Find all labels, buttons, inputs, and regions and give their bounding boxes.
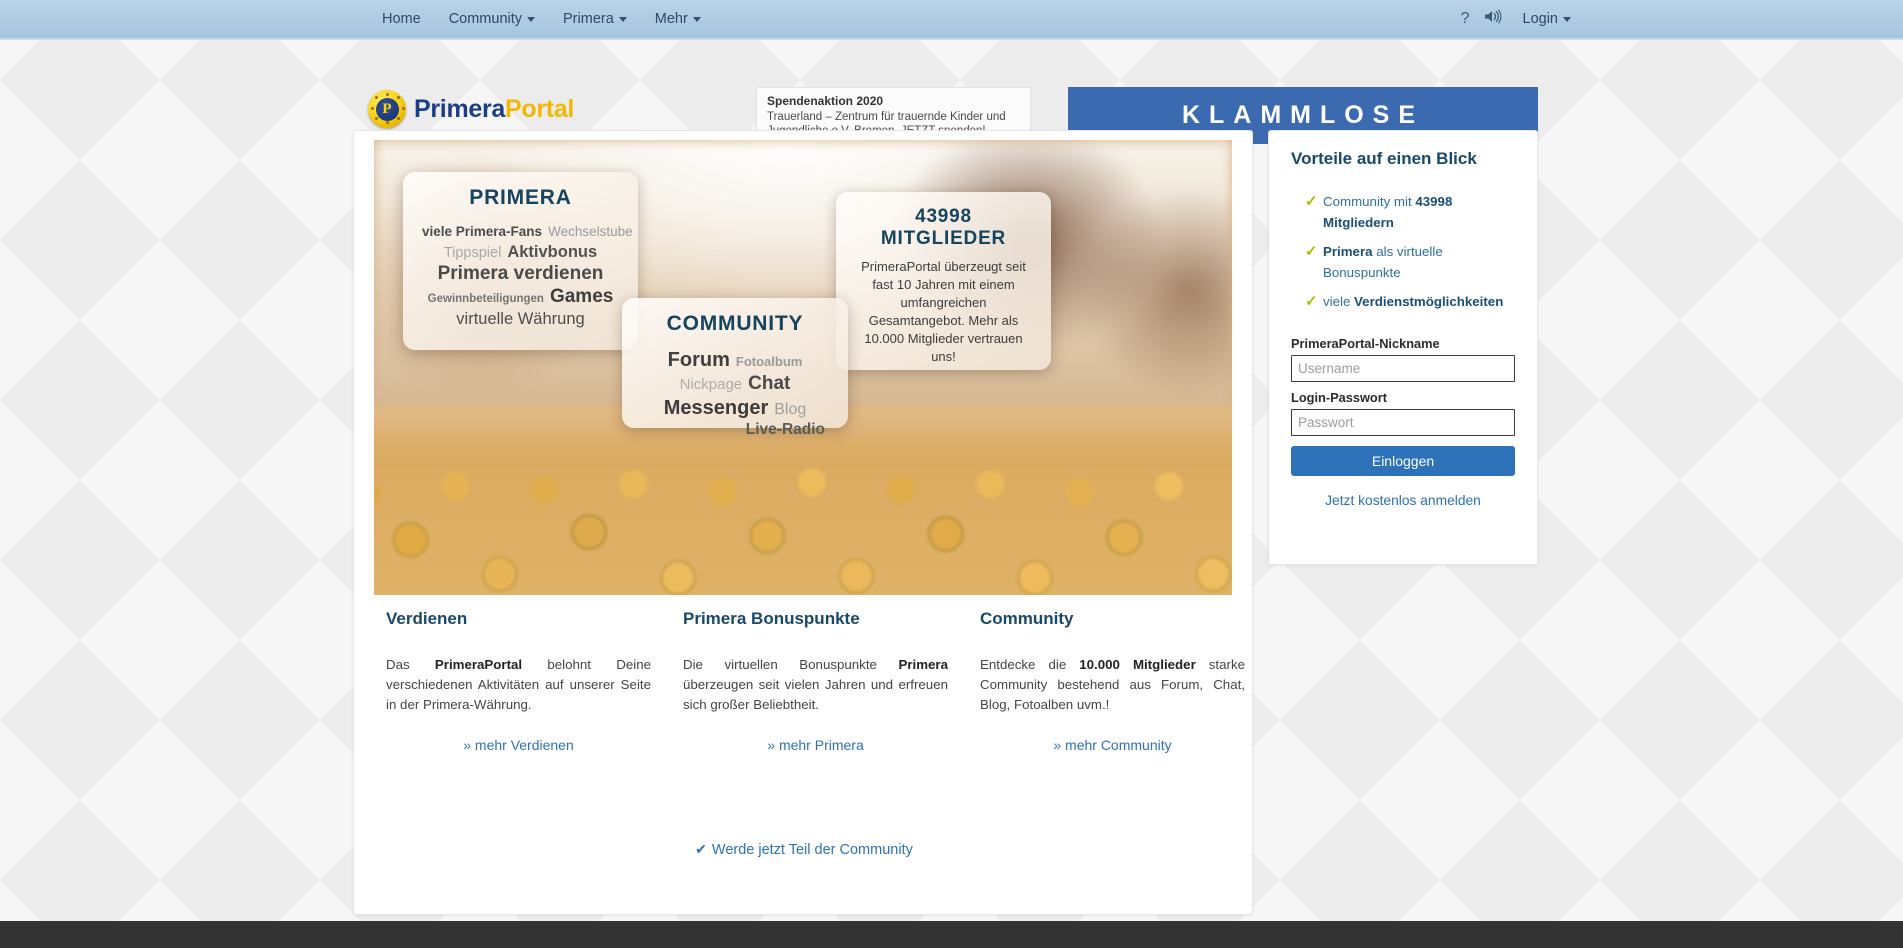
primera-coin-icon: P bbox=[368, 90, 406, 128]
nav-item-home-label: Home bbox=[382, 11, 421, 27]
footer-bar bbox=[0, 921, 1903, 948]
feature-heading: Community bbox=[980, 609, 1074, 628]
chevron-down-icon bbox=[1563, 16, 1571, 22]
login-button[interactable]: Einloggen bbox=[1291, 446, 1515, 476]
join-community-link[interactable]: ✔ Werde jetzt Teil der Community bbox=[695, 841, 913, 858]
logo-wordmark: PrimeraPortal bbox=[414, 95, 574, 124]
logo-text-primera: Primera bbox=[414, 94, 506, 123]
hero-bubble-members-title: 43998 MITGLIEDER bbox=[880, 206, 1007, 249]
advantage-item: ✓ viele Verdienstmöglichkeiten bbox=[1291, 291, 1515, 312]
hero-section: PRIMERA viele Primera-Fans Wechselstube T… bbox=[374, 140, 1232, 595]
feature-link-community[interactable]: » mehr Community bbox=[980, 737, 1245, 753]
hero-wordcloud-primera: viele Primera-Fans Wechselstube Tippspiel… bbox=[419, 222, 633, 329]
nav-item-primera[interactable]: Primera bbox=[549, 0, 641, 38]
feature-text-after: überzeugen seit vielen Jahren und erfreu… bbox=[683, 677, 948, 712]
hero-bubble-members: 43998 MITGLIEDER PrimeraPortal überzeugt… bbox=[836, 192, 1051, 370]
wordcloud-word: Primera verdienen bbox=[437, 263, 604, 285]
feature-text-bold: PrimeraPortal bbox=[434, 657, 523, 672]
hero-bubble-community: COMMUNITY Forum Fotoalbum Nickpage Chat Me… bbox=[622, 298, 848, 438]
advantage-text-pre: viele bbox=[1323, 294, 1355, 309]
feature-text-before: Das bbox=[386, 657, 435, 672]
nav-item-primera-label: Primera bbox=[563, 11, 614, 27]
wordcloud-word: Gewinnbeteiligungen bbox=[427, 293, 544, 306]
chevron-down-icon bbox=[618, 16, 627, 22]
feature-text-bold: 10.000 Mitglieder bbox=[1079, 657, 1196, 672]
speaker-icon[interactable] bbox=[1477, 9, 1509, 29]
password-input[interactable] bbox=[1291, 409, 1515, 436]
wordcloud-word: Live-Radio bbox=[745, 420, 825, 438]
help-icon[interactable]: ? bbox=[1454, 10, 1477, 28]
password-label: Login-Passwort bbox=[1291, 390, 1387, 405]
main-content-card: PRIMERA viele Primera-Fans Wechselstube T… bbox=[353, 130, 1253, 915]
chevron-down-icon bbox=[692, 16, 701, 22]
feature-heading: Primera Bonuspunkte bbox=[683, 609, 860, 628]
wordcloud-word: Messenger bbox=[663, 396, 769, 419]
wordcloud-word: Blog bbox=[774, 400, 807, 418]
advantage-item: ✓ Community mit 43998 Mitgliedern bbox=[1291, 191, 1515, 233]
site-logo[interactable]: P PrimeraPortal bbox=[368, 90, 574, 128]
feature-column-community: Community Entdecke die 10.000 Mitglieder… bbox=[980, 609, 1245, 753]
speaker-icon-svg bbox=[1484, 9, 1501, 24]
wordcloud-word: Chat bbox=[748, 373, 791, 395]
chevron-down-icon bbox=[527, 16, 536, 22]
nav-item-login-label: Login bbox=[1522, 11, 1558, 27]
advantage-text-strong: Primera bbox=[1323, 244, 1373, 259]
advantages-list: ✓ Community mit 43998 Mitgliedern ✓ Primer… bbox=[1291, 191, 1515, 312]
nav-utility-items: ? Login bbox=[1454, 0, 1585, 38]
nickname-input[interactable] bbox=[1291, 355, 1515, 382]
feature-text: Das PrimeraPortal belohnt Deine verschie… bbox=[386, 655, 651, 715]
wordcloud-word: Wechselstube bbox=[548, 224, 633, 239]
klammlose-label: KLAMMLOSE bbox=[1181, 101, 1425, 129]
login-sidebar: Vorteile auf einen Blick ✓ Community mit … bbox=[1268, 130, 1538, 565]
feature-link-primera[interactable]: » mehr Primera bbox=[683, 737, 948, 753]
feature-text-bold: Primera bbox=[898, 657, 948, 672]
nav-item-mehr-label: Mehr bbox=[654, 11, 688, 27]
coin-dots bbox=[370, 92, 405, 126]
feature-text: Entdecke die 10.000 Mitglieder starke Co… bbox=[980, 655, 1245, 715]
logo-text-portal: Portal bbox=[505, 94, 575, 123]
check-icon: ✔ bbox=[695, 841, 707, 857]
wordcloud-word: virtuelle Währung bbox=[456, 309, 585, 328]
check-icon: ✓ bbox=[1305, 293, 1318, 310]
hero-bubble-community-title: COMMUNITY bbox=[666, 312, 804, 335]
feature-columns: Verdienen Das PrimeraPortal belohnt Dein… bbox=[354, 609, 1254, 753]
wordcloud-word: Fotoalbum bbox=[735, 354, 803, 369]
wordcloud-word: Aktivbonus bbox=[507, 242, 598, 261]
hero-bubble-primera: PRIMERA viele Primera-Fans Wechselstube T… bbox=[403, 172, 638, 350]
donation-title: Spendenaktion 2020 bbox=[767, 94, 884, 108]
wordcloud-word: Games bbox=[549, 286, 614, 308]
advantage-text-strong: Verdienstmöglichkeiten bbox=[1354, 294, 1504, 309]
feature-column-verdienen: Verdienen Das PrimeraPortal belohnt Dein… bbox=[386, 609, 651, 753]
nav-item-mehr[interactable]: Mehr bbox=[641, 0, 715, 38]
feature-column-primera-bonuspunkte: Primera Bonuspunkte Die virtuellen Bonus… bbox=[683, 609, 948, 753]
wordcloud-word: Nickpage bbox=[679, 376, 743, 394]
nav-item-community[interactable]: Community bbox=[435, 0, 549, 38]
wordcloud-word: Tippspiel bbox=[443, 244, 502, 261]
nav-item-home[interactable]: Home bbox=[368, 0, 435, 38]
wordcloud-word: Forum bbox=[667, 349, 730, 371]
header-band: P PrimeraPortal PrimeraPortal » Spendena… bbox=[0, 40, 1903, 163]
join-community-cta: ✔ Werde jetzt Teil der Community bbox=[354, 841, 1254, 859]
feature-heading: Verdienen bbox=[386, 609, 468, 628]
feature-link-verdienen[interactable]: » mehr Verdienen bbox=[386, 737, 651, 753]
feature-text-before: Die virtuellen Bonuspunkte bbox=[683, 657, 899, 672]
check-icon: ✓ bbox=[1305, 243, 1318, 260]
nickname-label: PrimeraPortal-Nickname bbox=[1291, 336, 1440, 351]
feature-text-before: Entdecke die bbox=[980, 657, 1080, 672]
top-navigation-bar: Home Community Primera Mehr ? Login bbox=[0, 0, 1903, 40]
signup-link[interactable]: Jetzt kostenlos anmelden bbox=[1291, 493, 1515, 508]
hero-wordcloud-community: Forum Fotoalbum Nickpage Chat Messenger Blo… bbox=[638, 348, 832, 440]
primary-nav-items: Home Community Primera Mehr bbox=[368, 0, 715, 38]
advantage-item: ✓ Primera als virtuelle Bonuspunkte bbox=[1291, 241, 1515, 283]
nav-item-community-label: Community bbox=[448, 11, 523, 27]
join-community-label: Werde jetzt Teil der Community bbox=[711, 842, 913, 858]
nav-item-login[interactable]: Login bbox=[1509, 0, 1585, 38]
feature-text: Die virtuellen Bonuspunkte Primera überz… bbox=[683, 655, 948, 715]
wordcloud-word: viele Primera-Fans bbox=[422, 224, 543, 239]
hero-bubble-primera-title: PRIMERA bbox=[469, 186, 572, 209]
hero-bubble-members-text: PrimeraPortal überzeugt seit fast 10 Jah… bbox=[861, 259, 1026, 364]
sidebar-title: Vorteile auf einen Blick bbox=[1291, 149, 1477, 168]
advantage-text-pre: Community mit bbox=[1323, 194, 1416, 209]
check-icon: ✓ bbox=[1305, 193, 1318, 210]
